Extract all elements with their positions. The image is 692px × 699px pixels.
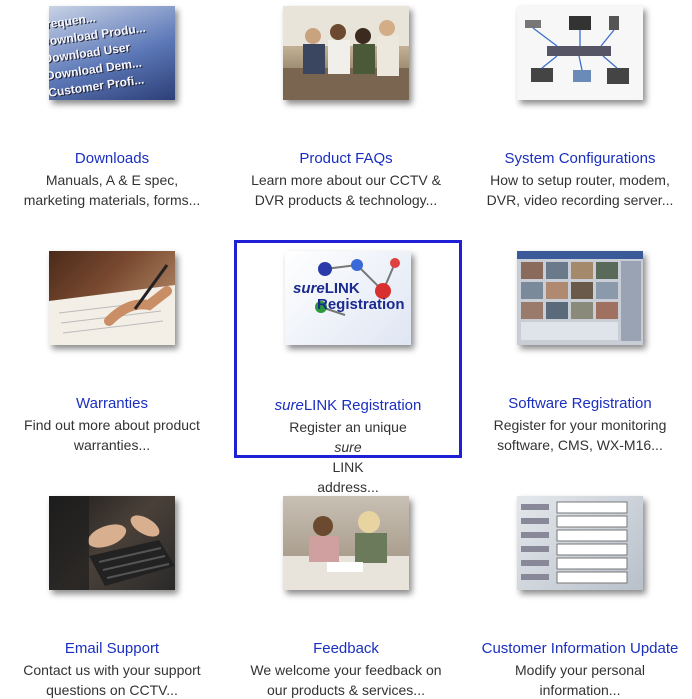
description-line: information... [539, 682, 621, 698]
tile-downloads[interactable]: Frequen... Download Produ... Download Us… [0, 0, 224, 210]
system-configurations-description: How to setup router, modem, DVR, video r… [468, 170, 692, 210]
description-line: DVR, video recording server... [486, 192, 674, 208]
desc-link: LINK [332, 459, 364, 475]
feedback-link[interactable]: Feedback [234, 640, 458, 658]
description-line: Register an unique sure LINK [237, 417, 459, 477]
system-configurations-thumbnail[interactable] [517, 6, 643, 100]
description-line: software, CMS, WX-M16... [497, 437, 663, 453]
product-faqs-link[interactable]: Product FAQs [234, 150, 458, 168]
business-meeting-photo [283, 6, 409, 100]
email-support-description: Contact us with your support questions o… [0, 660, 224, 699]
customer-information-update-description: Modify your personal information... [468, 660, 692, 699]
tile-warranties[interactable]: Warranties Find out more about product w… [0, 245, 224, 455]
email-support-thumbnail[interactable] [49, 496, 175, 590]
tile-surelink-registration[interactable]: sureLINK Registration sureLINK Registrat… [234, 240, 462, 495]
tile-product-faqs[interactable]: Product FAQs Learn more about our CCTV &… [234, 0, 458, 210]
description-line: How to setup router, modem, [490, 172, 670, 188]
signing-document-photo [49, 264, 175, 345]
warranties-link[interactable]: Warranties [0, 395, 224, 413]
software-registration-link[interactable]: Software Registration [468, 395, 692, 413]
description-line: DVR products & technology... [254, 192, 438, 208]
cms-software-screenshot [517, 251, 643, 341]
downloads-link[interactable]: Downloads [0, 150, 224, 168]
typing-keyboard-photo [49, 496, 175, 590]
description-line: Manuals, A & E spec, [45, 172, 179, 188]
desc-sure: sure [334, 439, 362, 455]
software-registration-description: Register for your monitoring software, C… [468, 415, 692, 455]
surelink-registration-description: Register an unique sure LINK address... [237, 417, 459, 497]
desc-pre: Register an unique [289, 419, 407, 435]
warranties-thumbnail[interactable] [49, 251, 175, 345]
description-line: Find out more about product [24, 417, 200, 433]
description-line: questions on CCTV... [46, 682, 178, 698]
tile-software-registration[interactable]: Software Registration Register for your … [468, 245, 692, 455]
customer-information-update-link[interactable]: Customer Information Update [468, 640, 692, 658]
description-line: our products & services... [267, 682, 425, 698]
logo-sure: sure [293, 280, 325, 297]
surelink-registration-link[interactable]: sureLINK Registration [237, 397, 459, 415]
logo-link: LINK [324, 280, 360, 297]
logo-registration: Registration [317, 296, 405, 313]
product-faqs-description: Learn more about our CCTV & DVR products… [234, 170, 458, 210]
description-line: Modify your personal [515, 662, 645, 678]
product-faqs-thumbnail[interactable] [283, 6, 409, 100]
feedback-thumbnail[interactable] [283, 496, 409, 590]
description-line: Learn more about our CCTV & [251, 172, 441, 188]
customer-information-thumbnail[interactable] [517, 496, 643, 590]
support-links-grid: Frequen... Download Produ... Download Us… [0, 0, 692, 699]
title-rest: LINK Registration [303, 397, 422, 414]
system-configurations-link[interactable]: System Configurations [468, 150, 692, 168]
description-line: marketing materials, forms... [23, 192, 201, 208]
tile-customer-information-update[interactable]: Customer Information Update Modify your … [468, 490, 692, 699]
software-registration-thumbnail[interactable] [517, 251, 643, 345]
network-diagram [525, 16, 629, 84]
downloads-description: Manuals, A & E spec, marketing materials… [0, 170, 224, 210]
surelink-registration-thumbnail[interactable]: sureLINK Registration [285, 251, 411, 345]
description-line: Register for your monitoring [493, 417, 667, 433]
description-line: warranties... [73, 437, 151, 453]
form-fields-screenshot [521, 501, 628, 584]
feedback-description: We welcome your feedback on our products… [234, 660, 458, 699]
surelink-logo-text: sureLINK Registration [293, 281, 405, 313]
downloads-thumbnail[interactable]: Frequen... Download Produ... Download Us… [49, 6, 175, 100]
tile-feedback[interactable]: Feedback We welcome your feedback on our… [234, 490, 458, 699]
title-sure: sure [274, 397, 304, 414]
description-line: Contact us with your support [23, 662, 201, 678]
tile-email-support[interactable]: Email Support Contact us with your suppo… [0, 490, 224, 699]
consultation-photo [283, 511, 409, 590]
warranties-description: Find out more about product warranties..… [0, 415, 224, 455]
tile-system-configurations[interactable]: System Configurations How to setup route… [468, 0, 692, 210]
description-line: We welcome your feedback on [250, 662, 442, 678]
email-support-link[interactable]: Email Support [0, 640, 224, 658]
